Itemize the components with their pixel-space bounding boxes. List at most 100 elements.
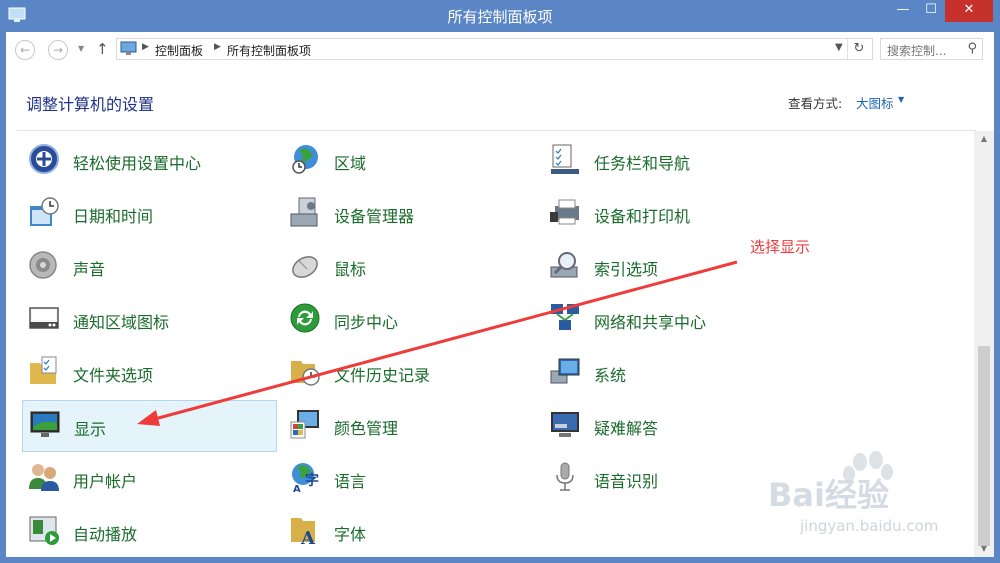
autoplay-icon [29,516,59,545]
item-label: 同步中心 [334,313,399,332]
view-by-dropdown[interactable]: 大图标 [856,93,894,112]
navigation-bar: ← → ▼ ↑ ▶ 控制面板 ▶ 所有控制面板项 ▼ ↻ 搜索控制... ⚲ [6,32,994,68]
chevron-down-icon[interactable]: ▼ [835,42,843,53]
item-label: 日期和时间 [73,207,154,226]
watermark-subtext: jingyan.baidu.com [800,517,939,535]
svg-text:A: A [293,484,301,493]
address-bar[interactable]: ▶ 控制面板 ▶ 所有控制面板项 ▼ ↻ [116,38,873,60]
file-history-icon [291,361,320,386]
sync-center-icon [290,303,320,333]
item-label: 设备和打印机 [594,207,691,226]
page-title: 调整计算机的设置 [26,95,155,114]
notification-area-icon [29,307,59,329]
item-label: 区域 [334,154,367,173]
display-icon [30,411,60,437]
window-title: 所有控制面板项 [447,8,553,26]
chevron-down-icon[interactable]: ▼ [898,95,904,104]
taskbar-icon [551,144,579,174]
breadcrumb-separator-icon[interactable]: ▶ [214,42,221,52]
maximize-button[interactable]: ☐ [917,0,945,22]
item-device-manager[interactable]: 设备管理器 [283,188,538,240]
scroll-thumb[interactable] [978,346,990,546]
watermark-text: Bai经验 [768,476,889,514]
breadcrumb-separator-icon[interactable]: ▶ [142,42,149,52]
item-label: 通知区域图标 [73,313,170,332]
search-placeholder: 搜索控制... [887,44,947,58]
svg-text:A: A [300,528,316,546]
up-button[interactable]: ↑ [96,40,109,58]
item-color-management[interactable]: 颜色管理 [283,400,538,452]
breadcrumb-control-panel[interactable]: 控制面板 [155,42,203,59]
item-network-sharing[interactable]: 网络和共享中心 [543,294,798,346]
item-language[interactable]: 字 A 语言 [283,453,538,505]
item-region[interactable]: 区域 [283,135,538,187]
forward-button[interactable]: → [48,40,68,60]
close-button[interactable]: ✕ [945,0,993,22]
item-label: 字体 [334,525,367,544]
search-icon[interactable]: ⚲ [967,41,977,56]
item-label: 语言 [334,472,367,491]
vertical-scrollbar[interactable]: ▲ ▼ [974,131,994,557]
device-manager-icon [290,197,318,227]
item-taskbar[interactable]: 任务栏和导航 [543,135,798,187]
language-icon: 字 A [292,463,319,493]
item-label: 设备管理器 [334,207,415,226]
item-folder-options[interactable]: 文件夹选项 [22,347,277,399]
item-label: 索引选项 [594,260,659,279]
printer-icon [550,199,579,225]
item-ease-of-access[interactable]: 轻松使用设置中心 [22,135,277,187]
scroll-up-icon[interactable]: ▲ [974,131,994,147]
item-label: 自动播放 [73,525,138,544]
date-time-icon [30,197,59,226]
back-button[interactable]: ← [15,40,35,60]
index-options-icon [550,252,578,278]
item-label: 文件历史记录 [334,366,431,385]
item-troubleshooting[interactable]: 疑难解答 [543,400,798,452]
user-accounts-icon [29,464,59,491]
item-label: 用户帐户 [73,472,138,491]
item-label: 系统 [594,366,627,385]
up-arrow-icon: ↑ [96,40,109,58]
maximize-icon: ☐ [925,2,937,17]
annotation-text: 选择显示 [750,238,811,256]
item-autoplay[interactable]: 自动播放 [22,506,277,558]
refresh-icon: ↻ [853,41,865,56]
item-label: 鼠标 [334,260,367,279]
scroll-down-icon[interactable]: ▼ [974,541,994,557]
title-bar[interactable]: 所有控制面板项 — ☐ ✕ [0,0,1000,32]
item-label: 语音识别 [594,472,659,491]
speaker-icon [29,251,57,279]
item-notification-icons[interactable]: 通知区域图标 [22,294,277,346]
folder-options-icon [30,356,57,384]
item-sync-center[interactable]: 同步中心 [283,294,538,346]
item-system[interactable]: 系统 [543,347,798,399]
item-fonts[interactable]: A 字体 [283,506,538,558]
item-file-history[interactable]: 文件历史记录 [283,347,538,399]
svg-text:字: 字 [305,472,319,489]
troubleshooting-icon [551,412,579,437]
item-mouse[interactable]: 鼠标 [283,241,538,293]
minimize-button[interactable]: — [889,0,917,22]
item-display[interactable]: 显示 [22,400,277,452]
item-date-time[interactable]: 日期和时间 [22,188,277,240]
recent-pages-dropdown[interactable]: ▼ [78,44,84,53]
ease-of-access-icon [29,144,59,174]
item-devices-printers[interactable]: 设备和打印机 [543,188,798,240]
item-speech-recognition[interactable]: 语音识别 [543,453,798,505]
item-label: 文件夹选项 [73,366,154,385]
forward-arrow-icon: → [52,43,64,57]
fonts-icon: A [291,518,316,546]
refresh-button[interactable]: ↻ [847,39,870,59]
item-label: 轻松使用设置中心 [73,154,202,173]
item-user-accounts[interactable]: 用户帐户 [22,453,277,505]
view-by-label: 查看方式: [788,96,843,111]
item-label: 疑难解答 [594,419,659,438]
item-sound[interactable]: 声音 [22,241,277,293]
network-icon [551,304,579,330]
microphone-icon [556,462,574,491]
breadcrumb-all-items[interactable]: 所有控制面板项 [227,42,311,59]
search-box[interactable]: 搜索控制... ⚲ [880,38,983,60]
color-management-icon [290,410,319,439]
item-label: 网络和共享中心 [594,313,707,332]
region-globe-icon [292,145,318,174]
